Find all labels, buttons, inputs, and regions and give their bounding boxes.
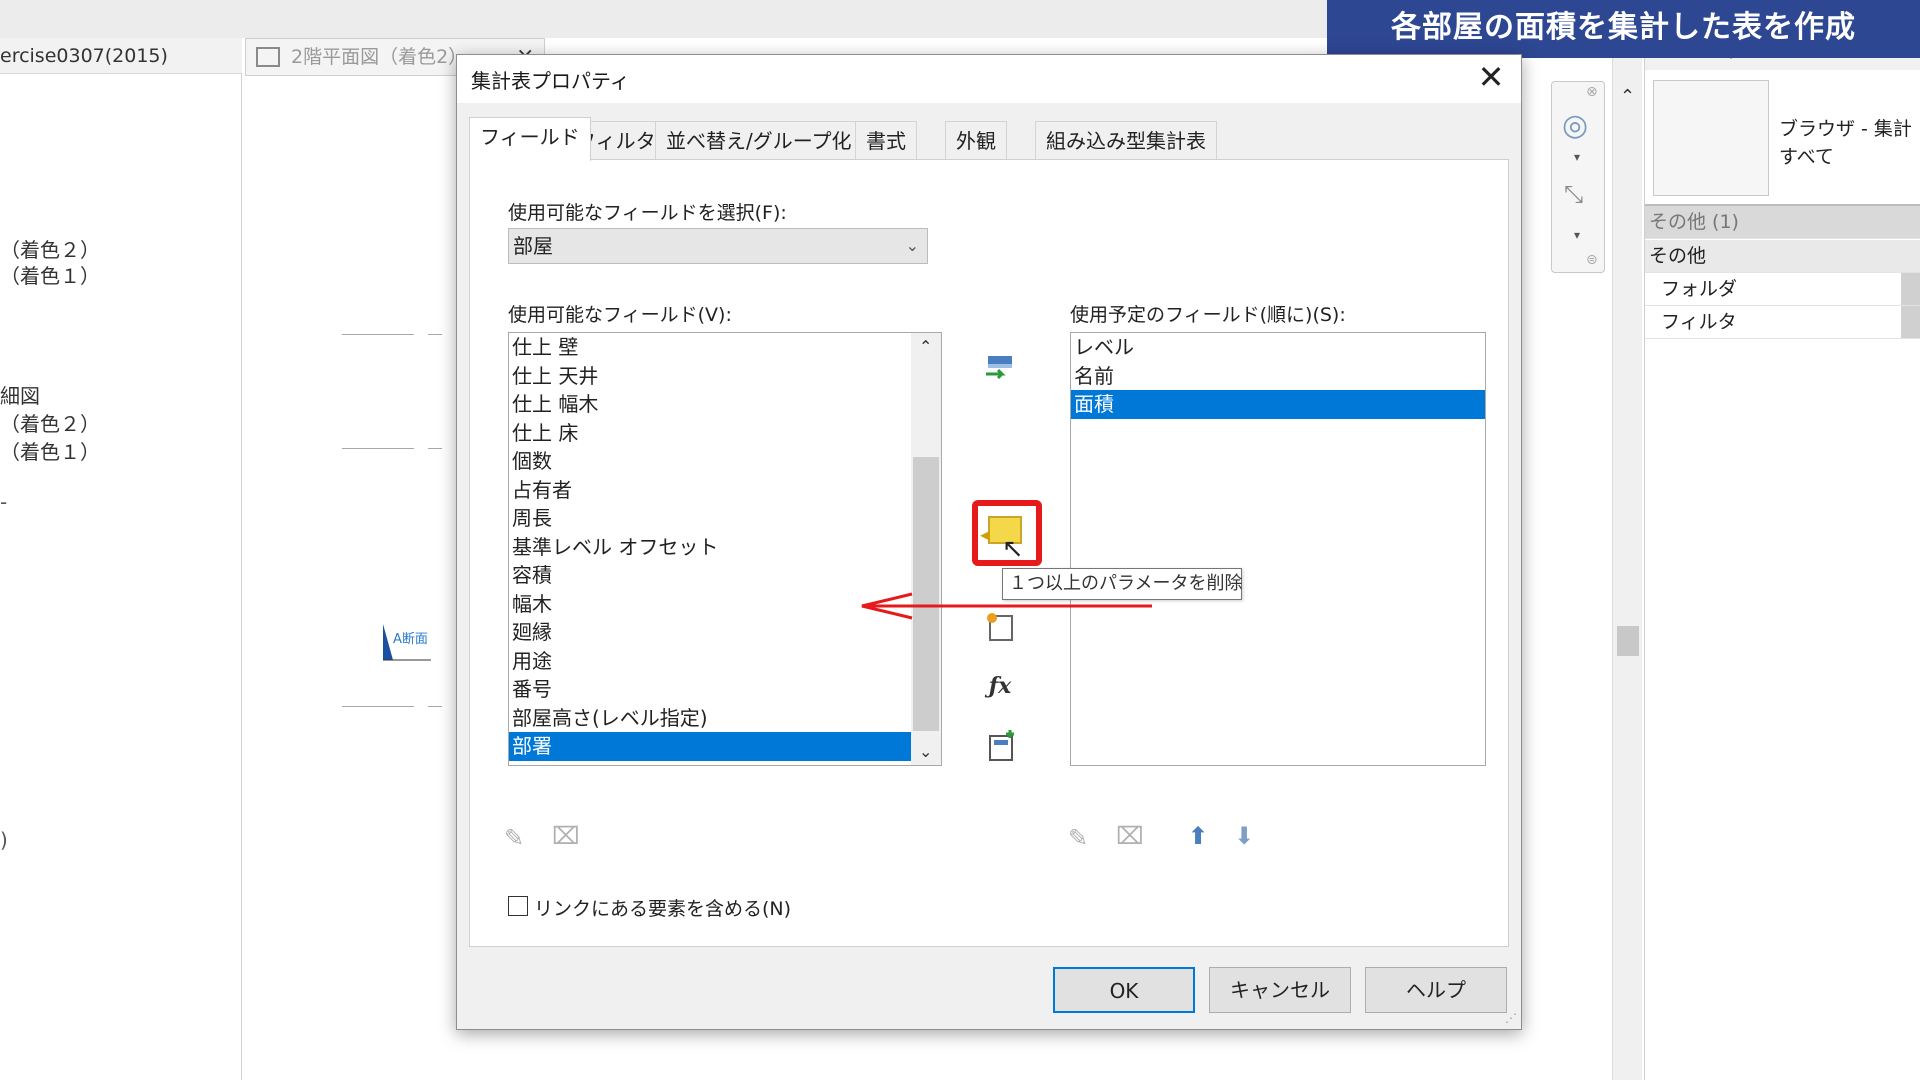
help-button[interactable]: ヘルプ (1365, 967, 1507, 1013)
list-item[interactable]: 仕上 床 (509, 419, 913, 448)
list-item[interactable]: 用途 (509, 647, 913, 676)
close-button[interactable]: ✕ (1472, 59, 1510, 97)
list-item[interactable]: 仕上 壁 (509, 333, 913, 362)
list-item[interactable]: 周長 (509, 504, 913, 533)
delete-parameter-icon[interactable]: ⌧ (1116, 822, 1144, 850)
list-item[interactable]: 個数 (509, 447, 913, 476)
available-fields-items: 仕上 壁仕上 天井 仕上 幅木 仕上 床個数 占有者 周長 基準レベル オフセット 容積 幅木… (509, 333, 941, 761)
type-preview (1653, 80, 1769, 196)
project-browser: ercise0307(2015) （着色２） （着色１） 細図 （着色２） （着… (0, 38, 242, 1080)
chevron-down-icon: ⌄ (905, 236, 919, 255)
add-parameter-icon[interactable] (980, 346, 1020, 386)
type-name[interactable]: ブラウザ - 集計 (1779, 114, 1912, 141)
scheduled-fields-list[interactable]: レベル 名前 面積 (1070, 332, 1486, 766)
tab-fields[interactable]: フィールド (469, 117, 591, 161)
list-item[interactable]: 廻縁 (509, 618, 913, 647)
settings-icon[interactable]: ⊜ (1586, 252, 1598, 268)
list-item[interactable]: 番号 (509, 675, 913, 704)
chevron-down-icon[interactable]: ⌄ (919, 742, 932, 761)
scheduled-fields-items: レベル 名前 面積 (1071, 333, 1485, 419)
category-select[interactable]: 部屋 ⌄ (508, 228, 928, 264)
property-group-header[interactable]: その他 (1) (1645, 206, 1920, 239)
tree-item[interactable]: （着色２） (0, 234, 100, 263)
property-row-filter[interactable]: フィルタ (1645, 306, 1920, 339)
available-fields-label: 使用可能なフィールド(V): (508, 304, 732, 326)
fields-tab-panel: 使用可能なフィールドを選択(F): 部屋 ⌄ 使用可能なフィールド(V): 仕上… (469, 159, 1509, 947)
list-item[interactable]: 占有者 (509, 476, 913, 505)
steering-wheel-2d-icon[interactable]: ◎ (1562, 108, 1588, 143)
grid-line (342, 334, 414, 335)
tab-formatting[interactable]: 書式 (855, 121, 917, 159)
delete-parameter-icon[interactable]: ⌧ (552, 822, 580, 850)
move-up-icon[interactable]: ⬆ (1188, 822, 1208, 850)
tree-item[interactable]: （着色２） (0, 408, 100, 437)
project-browser-tab[interactable]: ercise0307(2015) (0, 38, 242, 74)
list-item[interactable]: 仕上 天井 (509, 362, 913, 391)
list-item[interactable]: 幅木 (509, 590, 913, 619)
chevron-up-icon[interactable]: ⌃ (919, 337, 932, 356)
list-item[interactable]: 面積 (1071, 390, 1485, 419)
navigation-bar: ⊗ ◎ ▾ ⤡ ▾ ⊜ (1551, 81, 1605, 273)
list-item[interactable]: 容積 (509, 561, 913, 590)
grid-line (342, 706, 414, 707)
ok-button[interactable]: OK (1053, 967, 1195, 1013)
chevron-down-icon[interactable]: ▾ (1574, 150, 1580, 164)
cancel-button[interactable]: キャンセル (1209, 967, 1351, 1013)
category-select-value: 部屋 (513, 234, 553, 258)
grid-line (428, 334, 442, 335)
zoom-region-icon[interactable]: ⤡ (1564, 180, 1583, 208)
list-item[interactable]: 基準レベル オフセット (509, 533, 913, 562)
section-label: A断面 (393, 632, 428, 647)
properties-panel: プロパティ ブラウザ - 集計 すべて その他 (1) その他 フォルダ フィル… (1644, 38, 1920, 1080)
list-item[interactable]: 部屋高さ(レベル指定) (509, 704, 913, 733)
include-links-checkbox[interactable] (508, 896, 528, 916)
grid-line (428, 706, 442, 707)
dialog-title: 集計表プロパティ (471, 69, 630, 93)
formula-icon[interactable]: ƒx (980, 666, 1020, 706)
available-fields-list[interactable]: 仕上 壁仕上 天井 仕上 幅木 仕上 床個数 占有者 周長 基準レベル オフセット 容積 幅木… (508, 332, 942, 766)
property-row-folder[interactable]: フォルダ (1645, 273, 1920, 306)
chevron-up-icon[interactable]: ⌃ (1620, 86, 1635, 107)
view-scrollbar[interactable]: ⌃ (1612, 58, 1642, 1080)
caption-banner: 各部屋の面積を集計した表を作成 (1327, 0, 1920, 58)
edit-parameter-icon[interactable]: ✎ (504, 824, 524, 852)
scheduled-fields-label: 使用予定のフィールド(順に)(S): (1070, 304, 1346, 326)
tree-branch-mark: - (0, 490, 8, 514)
property-group-label[interactable]: その他 (1645, 240, 1920, 273)
new-parameter-icon[interactable] (980, 606, 1020, 646)
tree-item[interactable]: 細図 (0, 380, 40, 409)
tree-item[interactable]: （着色１） (0, 436, 100, 465)
include-links-label: リンクにある要素を含める(N) (534, 898, 792, 920)
chevron-down-icon[interactable]: ▾ (1574, 228, 1580, 242)
close-icon[interactable]: ⊗ (1586, 84, 1598, 100)
mouse-cursor-icon: ↖ (1002, 534, 1024, 564)
move-down-icon[interactable]: ⬇ (1234, 822, 1254, 850)
list-scrollbar[interactable]: ⌃ ⌄ (911, 333, 941, 765)
schedule-properties-dialog: 集計表プロパティ ✕ フィールド フィルタ 並べ替え/グループ化 書式 外観 組… (456, 54, 1522, 1030)
resize-grip-icon[interactable]: ⋰ (1505, 1011, 1517, 1025)
remove-arrow-icon: ◂ (980, 522, 991, 546)
tree-branch-mark: ) (0, 828, 8, 852)
tab-sorting-grouping[interactable]: 並べ替え/グループ化 (655, 121, 863, 159)
tab-embedded-schedule[interactable]: 組み込み型集計表 (1035, 121, 1217, 159)
grid-line (428, 448, 442, 449)
grid-line (342, 448, 414, 449)
view-tab-title: 2階平面図（着色2） (291, 46, 468, 68)
select-fields-label: 使用可能なフィールドを選択(F): (508, 202, 787, 224)
list-item[interactable]: 仕上 幅木 (509, 390, 913, 419)
list-item[interactable]: 部署 (509, 732, 913, 761)
combine-parameters-icon[interactable] (980, 726, 1020, 766)
dialog-titlebar[interactable]: 集計表プロパティ ✕ (457, 55, 1521, 103)
scrollbar-thumb[interactable] (1617, 626, 1639, 656)
tab-appearance[interactable]: 外観 (945, 121, 1007, 159)
list-item[interactable]: 名前 (1071, 362, 1485, 391)
tree-item[interactable]: （着色１） (0, 260, 100, 289)
list-item[interactable]: レベル (1071, 333, 1485, 362)
type-subname[interactable]: すべて (1779, 142, 1834, 169)
floor-plan-icon (256, 47, 280, 67)
edit-parameter-icon[interactable]: ✎ (1068, 824, 1088, 852)
